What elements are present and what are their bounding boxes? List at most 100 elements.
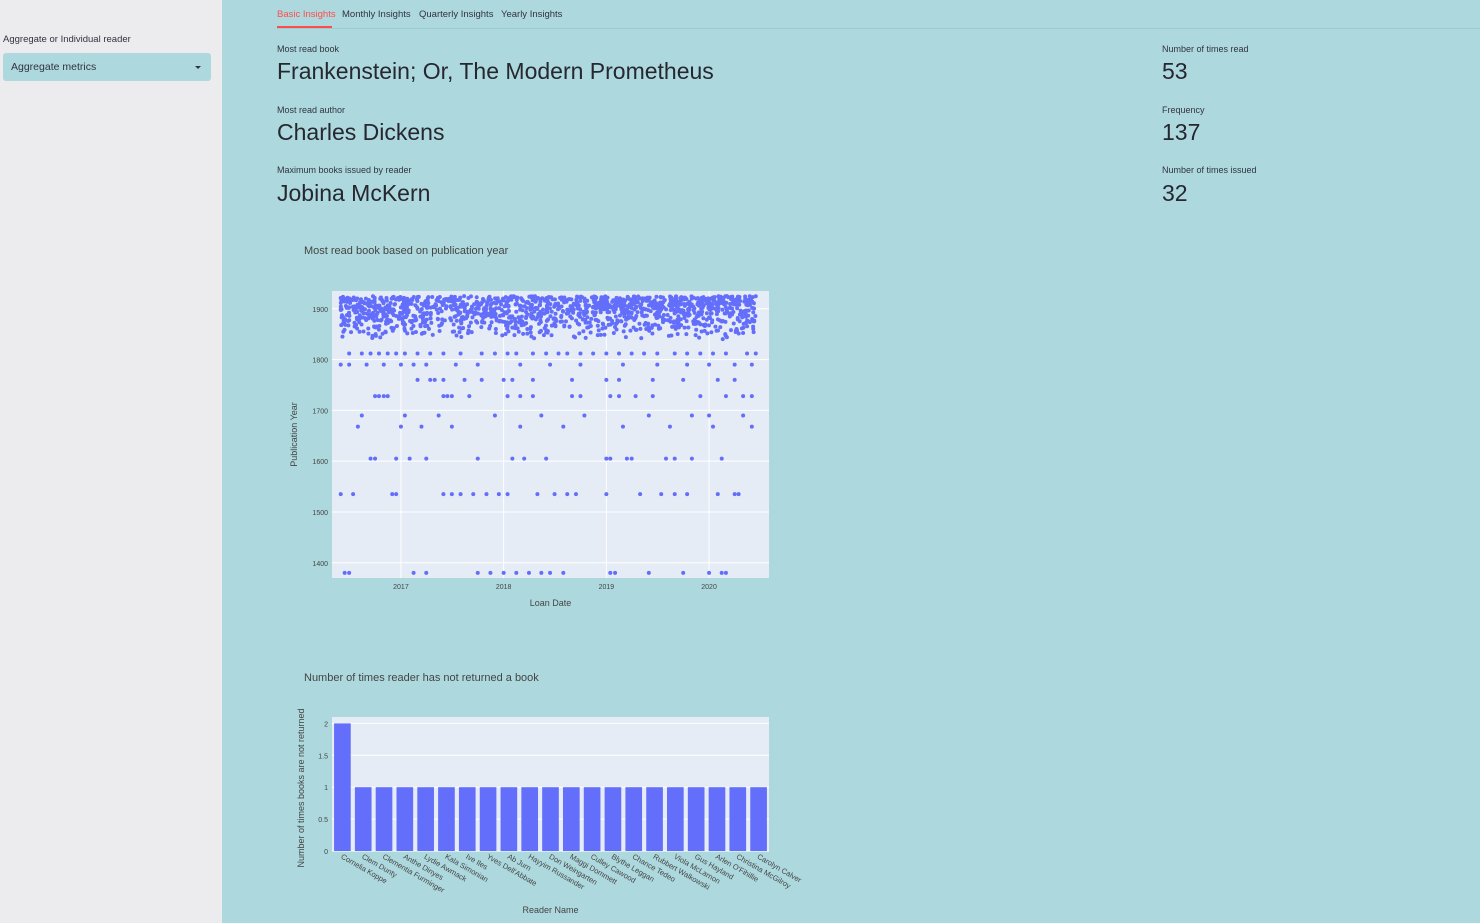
y-axis-label: Number of times books are not returned — [296, 708, 306, 867]
data-point — [553, 324, 558, 329]
data-point — [713, 324, 718, 329]
data-point — [633, 394, 638, 399]
data-point — [587, 303, 592, 308]
data-point — [745, 351, 750, 356]
data-point — [592, 294, 597, 299]
data-point — [501, 313, 506, 318]
tab-monthly-insights[interactable]: Monthly Insights — [342, 9, 411, 20]
data-point — [737, 319, 742, 324]
data-point — [623, 322, 628, 327]
data-point — [525, 299, 530, 304]
most-read-book-label: Most read book — [277, 44, 340, 54]
data-point — [706, 303, 711, 308]
bar — [646, 787, 663, 851]
data-point — [364, 362, 369, 367]
data-point — [347, 570, 352, 575]
data-point — [672, 456, 677, 461]
bar — [750, 787, 767, 851]
data-point — [613, 570, 618, 575]
data-point — [707, 362, 712, 367]
data-point — [617, 351, 622, 356]
data-point — [545, 305, 550, 310]
data-point — [720, 337, 725, 342]
data-point — [528, 326, 533, 331]
data-point — [449, 424, 454, 429]
data-point — [592, 298, 597, 303]
data-point — [559, 297, 564, 302]
data-point — [626, 316, 631, 321]
data-point — [689, 456, 694, 461]
data-point — [544, 456, 549, 461]
data-point — [400, 321, 405, 326]
data-point — [398, 297, 403, 302]
data-point — [387, 304, 392, 309]
data-point — [749, 394, 754, 399]
most-read-author-value: Charles Dickens — [277, 119, 445, 145]
data-point — [709, 311, 714, 316]
tab-basic-insights[interactable]: Basic Insights — [277, 9, 336, 20]
data-point — [638, 492, 643, 497]
data-point — [424, 305, 429, 310]
data-point — [453, 362, 458, 367]
tab-quarterly-insights[interactable]: Quarterly Insights — [419, 9, 493, 20]
data-point — [596, 328, 601, 333]
data-point — [628, 297, 633, 302]
data-point — [668, 303, 673, 308]
data-point — [704, 311, 709, 316]
data-point — [608, 394, 613, 399]
data-point — [629, 351, 634, 356]
tab-yearly-insights[interactable]: Yearly Insights — [501, 9, 562, 20]
data-point — [718, 325, 723, 330]
data-point — [436, 310, 441, 315]
bar — [479, 787, 497, 851]
data-point — [613, 314, 618, 319]
data-point — [748, 295, 753, 300]
data-point — [338, 300, 343, 305]
data-point — [701, 298, 706, 303]
bar-chart: 00.511.52Cornelia KoppeClem DuntyClement… — [296, 708, 803, 915]
data-point — [493, 327, 498, 332]
tab-bar: Basic Insights Monthly Insights Quarterl… — [277, 0, 1480, 29]
data-point — [405, 331, 410, 336]
data-point — [493, 331, 498, 336]
data-point — [474, 295, 479, 300]
data-point — [421, 311, 426, 316]
y-tick-label: 0.5 — [318, 817, 328, 824]
data-point — [377, 306, 382, 311]
data-point — [424, 570, 429, 575]
data-point — [527, 294, 532, 299]
data-point — [514, 301, 519, 306]
data-point — [423, 320, 428, 325]
data-point — [466, 310, 471, 315]
data-point — [479, 377, 484, 382]
data-point — [707, 315, 712, 320]
data-point — [338, 492, 343, 497]
data-point — [604, 492, 609, 497]
bar — [583, 787, 601, 851]
data-point — [432, 377, 437, 382]
y-tick-label: 1700 — [312, 408, 328, 415]
data-point — [752, 319, 757, 324]
data-point — [514, 570, 519, 575]
data-point — [355, 296, 360, 301]
data-point — [595, 323, 600, 328]
data-point — [384, 319, 389, 324]
data-point — [492, 300, 497, 305]
data-point — [635, 310, 640, 315]
times-issued-label: Number of times issued — [1162, 165, 1257, 175]
data-point — [617, 394, 622, 399]
data-point — [512, 316, 517, 321]
data-point — [376, 394, 381, 399]
data-point — [511, 294, 516, 299]
y-tick-label: 2 — [324, 721, 328, 728]
data-point — [368, 456, 373, 461]
data-point — [567, 324, 572, 329]
data-point — [577, 295, 582, 300]
data-point — [514, 351, 519, 356]
data-point — [530, 306, 535, 311]
data-point — [459, 334, 464, 339]
data-point — [568, 314, 573, 319]
reader-type-select[interactable]: Aggregate metrics — [3, 53, 211, 81]
data-point — [618, 319, 623, 324]
data-point — [391, 294, 396, 299]
